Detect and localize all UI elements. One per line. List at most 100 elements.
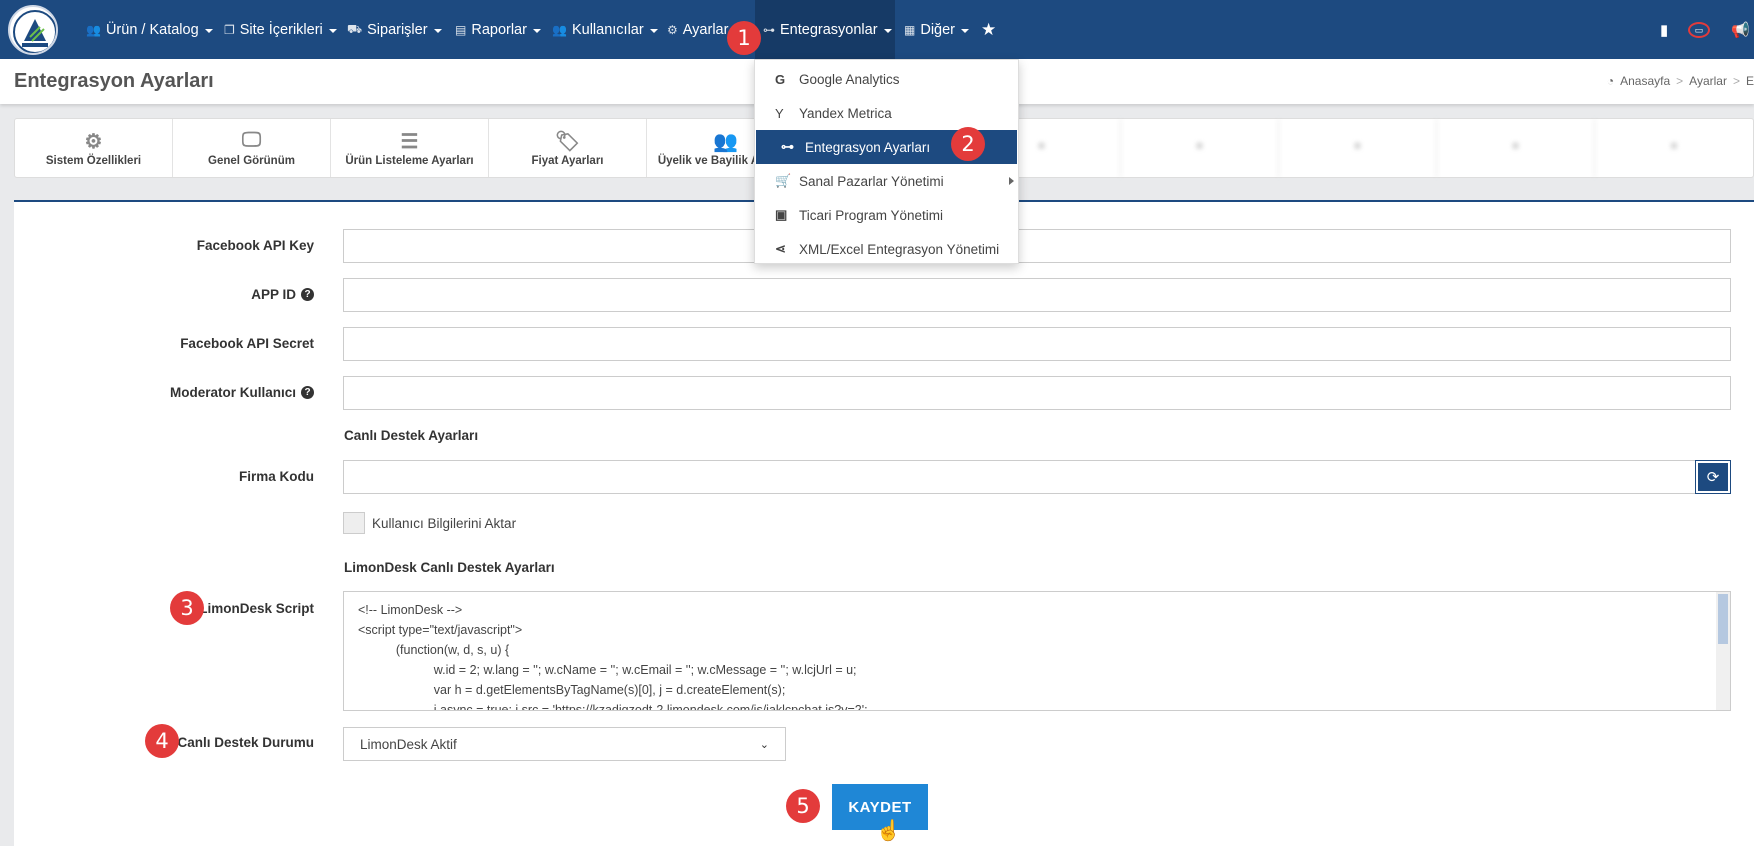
chevron-down-icon: ⌄ (759, 738, 769, 751)
breadcrumb-separator: > (1732, 74, 1740, 88)
scrollbar-thumb[interactable] (1718, 594, 1728, 644)
book-icon[interactable]: ▮ (1660, 0, 1668, 59)
breadcrumb-current: E (1745, 74, 1754, 88)
users-icon: 👥 (86, 22, 101, 37)
tab-fiyat-ayarlari[interactable]: 🏷 Fiyat Ayarları (489, 119, 647, 177)
nav-raporlar[interactable]: ▤ Raporlar (455, 0, 541, 59)
nav-ayarlar[interactable]: ⚙ Ayarlar (667, 0, 728, 59)
caret-down-icon (204, 28, 213, 33)
moderator-label: Moderator Kullanıcı? (170, 385, 314, 400)
textarea-scrollbar[interactable] (1716, 592, 1730, 710)
facebook-api-key-input[interactable] (343, 229, 1731, 263)
menu-item-label: Sanal Pazarlar Yönetimi (799, 173, 944, 189)
menu-item-label: Google Analytics (799, 71, 900, 87)
tab-label: Sistem Özellikleri (45, 155, 142, 167)
users-icon: 👥 (552, 22, 567, 37)
submenu-arrow-icon (1009, 177, 1014, 185)
nav-label: Ürün / Katalog (105, 21, 199, 38)
nav-label: Siparişler (367, 21, 428, 38)
nav-label: Raporlar (471, 21, 527, 38)
share-icon: ⋖ (775, 241, 786, 256)
refresh-button[interactable]: ⟳ (1695, 460, 1731, 494)
app-id-input[interactable] (343, 278, 1731, 312)
breadcrumb-separator: > (1676, 74, 1684, 88)
caret-down-icon (961, 28, 969, 33)
monitor-icon: 🖵 (241, 129, 262, 151)
tab-sistem-ozellikleri[interactable]: ⚙ Sistem Özellikleri (15, 119, 173, 177)
tab-urun-listeleme[interactable]: ☰ Ürün Listeleme Ayarları (331, 119, 489, 177)
keyboard-icon[interactable]: ▭ (1688, 0, 1710, 59)
tab-label: Fiyat Ayarları (531, 155, 604, 167)
tab-blurred[interactable]: ▫ (1595, 119, 1753, 177)
megaphone-icon[interactable]: 📢 (1731, 0, 1750, 59)
transfer-user-info-checkbox[interactable] (343, 512, 365, 534)
menu-item-google-analytics[interactable]: G Google Analytics (755, 62, 1018, 96)
nav-kullanicilar[interactable]: 👥 Kullanıcılar (552, 0, 658, 59)
step-marker-5: 5 (786, 789, 820, 823)
nav-site-icerikleri[interactable]: ❐ Site İçerikleri (224, 0, 337, 59)
menu-item-label: Ticari Program Yönetimi (799, 207, 944, 223)
menu-item-label: Entegrasyon Ayarları (805, 139, 931, 155)
script-line: <!-- LimonDesk --> (358, 603, 463, 617)
tab-blurred[interactable]: ▫ (1437, 119, 1595, 177)
menu-item-ticari-program[interactable]: ▣ Ticari Program Yönetimi (755, 198, 1018, 232)
file-icon: ▤ (455, 22, 467, 37)
integrations-dropdown-menu: G Google Analytics Y Yandex Metrica ⊶ En… (754, 59, 1019, 264)
transfer-user-info-label: Kullanıcı Bilgilerini Aktar (372, 516, 517, 531)
cart-icon: 🛒 (775, 173, 792, 188)
menu-item-yandex-metrica[interactable]: Y Yandex Metrica (755, 96, 1018, 130)
copy-icon: ❐ (224, 22, 235, 37)
script-line: <script type="text/javascript"> (358, 623, 523, 637)
nav-urun-katalog[interactable]: 👥 Ürün / Katalog (86, 0, 213, 59)
tab-genel-gorunum[interactable]: 🖵 Genel Görünüm (173, 119, 331, 177)
refresh-icon: ⟳ (1706, 469, 1720, 486)
nav-label: Entegrasyonlar (780, 21, 878, 38)
akinsoft-logo[interactable] (8, 5, 58, 55)
facebook-api-secret-input[interactable] (343, 327, 1731, 361)
limondesk-script-textarea[interactable]: <!-- LimonDesk --> <script type="text/ja… (343, 591, 1731, 711)
dashboard-icon: ◔ (1606, 74, 1615, 88)
help-icon[interactable]: ? (301, 386, 314, 399)
nav-entegrasyonlar[interactable]: ⊶ Entegrasyonlar (755, 0, 895, 59)
step-marker-4: 4 (145, 724, 179, 758)
menu-item-label: Yandex Metrica (799, 105, 892, 121)
moderator-input[interactable] (343, 376, 1731, 410)
breadcrumb: ◔ Anasayfa > Ayarlar > E (1607, 74, 1754, 88)
top-navbar: 👥 Ürün / Katalog ❐ Site İçerikleri ⛟ Sip… (0, 0, 1754, 59)
tab-blurred[interactable]: ▫ (1121, 119, 1279, 177)
tab-blurred[interactable]: ▫ (1279, 119, 1437, 177)
facebook-api-secret-label: Facebook API Secret (180, 336, 314, 351)
nav-siparisler[interactable]: ⛟ Siparişler (347, 0, 442, 59)
nav-diger[interactable]: ▦ Diğer (904, 0, 969, 59)
caret-down-icon (532, 28, 541, 33)
breadcrumb-settings[interactable]: Ayarlar (1689, 74, 1727, 88)
caret-down-icon (433, 28, 442, 33)
live-support-heading: Canlı Destek Ayarları (344, 428, 479, 443)
page-title: Entegrasyon Ayarları (14, 70, 214, 92)
select-value: LimonDesk Aktif (360, 736, 457, 752)
firma-kodu-input[interactable]: ⟳ (343, 460, 1731, 494)
menu-item-xml-excel[interactable]: ⋖ XML/Excel Entegrasyon Yönetimi (755, 232, 1018, 266)
script-line: j.async = true; j.src = 'https://kzadigz… (406, 703, 868, 711)
sitemap-icon: ⊶ (763, 22, 775, 37)
step-marker-2: 2 (951, 127, 985, 161)
script-line: var h = d.getElementsByTagName(s)[0], j … (406, 683, 786, 697)
yandex-icon: Y (775, 105, 784, 121)
nav-label: Diğer (920, 21, 955, 38)
script-line: (function(w, d, s, u) { (382, 643, 510, 657)
favorites-star-icon[interactable]: ★ (981, 0, 996, 59)
breadcrumb-home[interactable]: Anasayfa (1620, 74, 1670, 88)
live-support-status-select[interactable]: LimonDesk Aktif ⌄ (343, 727, 786, 761)
tags-icon: 🏷 (554, 131, 581, 153)
live-support-status-label: Canlı Destek Durumu (177, 735, 314, 750)
tab-label: Ürün Listeleme Ayarları (345, 155, 474, 167)
caret-down-icon (328, 28, 337, 33)
help-icon[interactable]: ? (301, 288, 314, 301)
caret-down-icon (883, 28, 892, 33)
menu-item-sanal-pazarlar[interactable]: 🛒 Sanal Pazarlar Yönetimi (755, 164, 1018, 198)
tab-label: Genel Görünüm (208, 155, 295, 167)
gears-icon: ⚙ (667, 22, 678, 37)
app-id-label: APP ID? (251, 287, 314, 302)
grid-icon: ▦ (904, 22, 916, 37)
cogs-icon: ⚙ (84, 131, 103, 153)
